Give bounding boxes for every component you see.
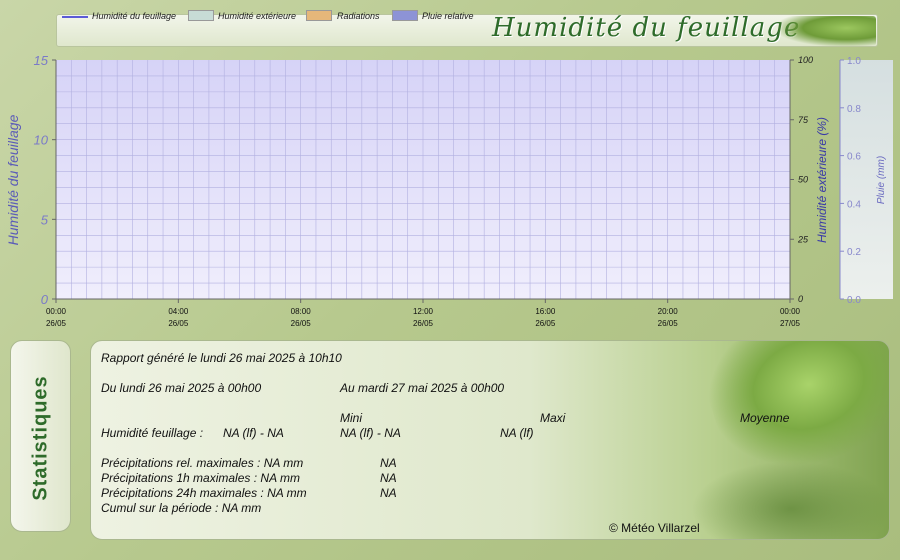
stats-col-min: Mini	[340, 411, 363, 425]
stats-period-from: Du lundi 26 mai 2025 à 00h00	[101, 381, 262, 395]
stats-precip-1h-label: Précipitations 1h maximales : NA mm	[101, 471, 300, 485]
y-axis-label: Humidité du feuillage	[5, 114, 21, 245]
x-tick-label-date: 26/05	[168, 319, 189, 328]
y-tick-label: 10	[34, 133, 49, 148]
stats-tab-label: Statistiques	[29, 375, 52, 501]
y-tick-label: 5	[41, 212, 49, 227]
y3-tick-label: 0.8	[847, 104, 861, 115]
x-tick-label-date: 26/05	[413, 319, 434, 328]
stats-precip-24h-label: Précipitations 24h maximales : NA mm	[101, 486, 307, 500]
x-tick-label-time: 20:00	[658, 307, 679, 316]
x-tick-label-date: 27/05	[780, 319, 801, 328]
y3-tick-label: 0.4	[847, 199, 861, 210]
x-tick-label-time: 12:00	[413, 307, 434, 316]
y3-tick-label: 0.2	[847, 247, 861, 258]
y-tick-labels: 0 5 10 15	[34, 53, 49, 307]
y3-tick-label: 1.0	[847, 56, 861, 67]
x-tick-label-time: 16:00	[535, 307, 556, 316]
stats-humidity-min: NA (lf) - NA	[223, 426, 284, 440]
chart-svg: 0 5 10 15 0 25 50 75 100 0.0 0.2 0.4 0.6 0.8 1.0 00:…	[5, 53, 893, 328]
stats-cumul: Cumul sur la période : NA mm	[101, 501, 262, 515]
y-tick-label: 15	[34, 53, 49, 68]
stats-precip-rel-value: NA	[380, 456, 397, 470]
y3-tick-label: 0.6	[847, 152, 861, 163]
x-tick-label-date: 26/05	[658, 319, 679, 328]
stats-col-max: Maxi	[540, 411, 566, 425]
water-reflection-icon	[691, 461, 889, 539]
y3-tick-label: 0.0	[847, 295, 861, 306]
y3-axis-label: Pluie (mm)	[876, 156, 887, 204]
y2-axis-label: Humidité extérieure (%)	[815, 117, 829, 243]
stats-col-avg: Moyenne	[740, 411, 790, 425]
stats-humidity-max: NA (lf) - NA	[340, 426, 401, 440]
stats-precip-1h-value: NA	[380, 471, 397, 485]
x-tick-labels: 00:00 26/05 04:00 26/05 08:00 26/05 12:00 26/05…	[46, 307, 801, 328]
y2-tick-label: 75	[798, 115, 809, 125]
x-tick-label-time: 00:00	[780, 307, 801, 316]
y2-tick-label: 0	[798, 294, 803, 304]
copyright: © Météo Villarzel	[609, 521, 700, 535]
stats-precip-rel-label: Précipitations rel. maximales : NA mm	[101, 456, 304, 470]
y2-tick-label: 25	[797, 234, 809, 244]
y2-tick-label: 100	[798, 55, 813, 65]
x-tick-label-date: 26/05	[535, 319, 556, 328]
x-tick-label-date: 26/05	[46, 319, 67, 328]
y-tick-label: 0	[41, 292, 49, 307]
x-tick-label-time: 00:00	[46, 307, 67, 316]
stats-period-to: Au mardi 27 mai 2025 à 00h00	[340, 381, 505, 395]
stats-humidity-avg: NA (lf)	[500, 426, 534, 440]
y2-tick-label: 50	[798, 175, 808, 185]
x-tick-label-time: 04:00	[168, 307, 189, 316]
y2-tick-labels: 0 25 50 75 100	[797, 55, 813, 304]
stats-humidity-label: Humidité feuillage :	[101, 426, 204, 440]
stats-precip-24h-value: NA	[380, 486, 397, 500]
x-tick-label-time: 08:00	[291, 307, 312, 316]
stats-generated: Rapport généré le lundi 26 mai 2025 à 10…	[101, 351, 342, 365]
x-tick-label-date: 26/05	[291, 319, 312, 328]
